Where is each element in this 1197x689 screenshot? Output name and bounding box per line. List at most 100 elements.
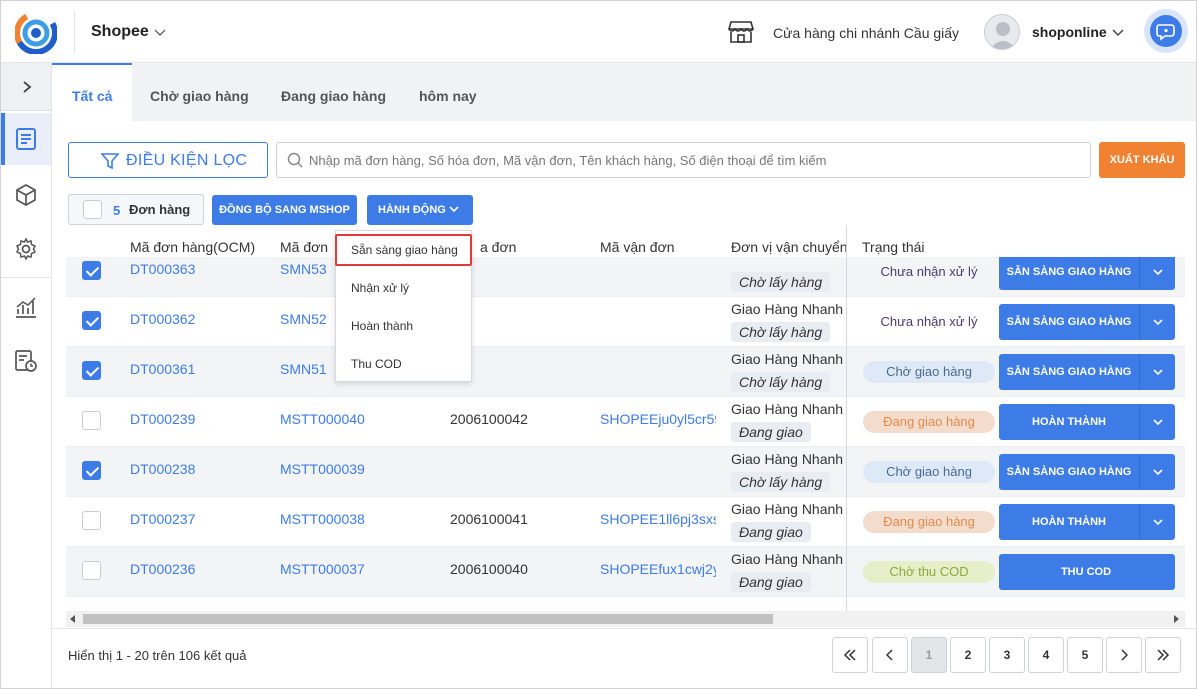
row-action-dropdown[interactable] (1139, 304, 1175, 340)
last-page-button[interactable] (1145, 637, 1181, 673)
row-action-dropdown[interactable] (1139, 454, 1175, 490)
row-action-label[interactable]: SẴN SÀNG GIAO HÀNG (999, 454, 1139, 490)
waybill-link[interactable]: SHOPEEju0yl5cr59 (600, 411, 716, 427)
col-order-code[interactable]: Mã đơn h (280, 239, 332, 255)
order-code-link[interactable]: SMN51 (280, 361, 327, 377)
first-page-button[interactable] (832, 637, 868, 673)
order-code-link[interactable]: MSTT000039 (280, 461, 365, 477)
ocm-order-link[interactable]: DT000239 (130, 411, 195, 427)
menu-item-complete[interactable]: Hoàn thành (336, 310, 471, 342)
row-checkbox[interactable] (82, 411, 101, 430)
row-checkbox[interactable] (82, 311, 101, 330)
page-button-3[interactable]: 3 (989, 637, 1025, 673)
search-input[interactable] (309, 150, 1079, 170)
row-action-dropdown[interactable] (1139, 404, 1175, 440)
menu-item-collect-cod[interactable]: Thu COD (336, 348, 471, 380)
help-chat-button[interactable] (1144, 9, 1188, 53)
sidebar-item-orders[interactable] (1, 113, 51, 165)
col-waybill[interactable]: Mã vận đơn (600, 239, 675, 255)
col-invoice[interactable]: a đơn (480, 239, 516, 255)
table-row[interactable]: DT000238 MSTT000039 Giao Hàng Nhanh Chờ lấy… (66, 447, 1185, 497)
sidebar-item-settings[interactable] (1, 223, 51, 275)
scroll-right-icon[interactable] (1174, 615, 1179, 623)
table-row[interactable]: DT000363 SMN53 Chờ lấy hàng Chưa nhận xử lý… (66, 257, 1185, 297)
tab-all[interactable]: Tất cả (52, 63, 133, 121)
row-checkbox[interactable] (82, 561, 101, 580)
page-button-4[interactable]: 4 (1028, 637, 1064, 673)
order-code-link[interactable]: MSTT000037 (280, 561, 365, 577)
sync-mshop-button[interactable]: ĐỒNG BỘ SANG MSHOP (212, 195, 357, 225)
ocm-order-link[interactable]: DT000362 (130, 311, 195, 327)
scroll-left-icon[interactable] (70, 615, 75, 623)
col-carrier[interactable]: Đơn vị vận chuyển (731, 239, 846, 255)
store-name[interactable]: Cửa hàng chi nhánh Cầu giấy (773, 25, 959, 41)
table-row[interactable]: DT000236 MSTT000037 2006100040 SHOPEEfux1cw… (66, 547, 1185, 597)
waybill-link[interactable]: SHOPEE1ll6pj3sxs (600, 511, 716, 527)
ocm-order-link[interactable]: DT000236 (130, 561, 195, 577)
sidebar-item-history[interactable] (1, 335, 51, 387)
sidebar-item-products[interactable] (1, 169, 51, 221)
row-action-button[interactable]: HOÀN THÀNH (999, 504, 1175, 540)
row-action-label[interactable]: SẴN SÀNG GIAO HÀNG (999, 304, 1139, 340)
row-action-label[interactable]: HOÀN THÀNH (999, 404, 1139, 440)
chevron-down-icon[interactable] (153, 25, 167, 39)
horizontal-scrollbar[interactable] (66, 611, 1185, 627)
row-action-label[interactable]: SẴN SÀNG GIAO HÀNG (999, 257, 1139, 290)
avatar[interactable] (984, 14, 1020, 50)
page-button-1[interactable]: 1 (911, 637, 947, 673)
tab-waiting-delivery[interactable]: Chờ giao hàng (130, 63, 269, 121)
scrollbar-thumb[interactable] (83, 614, 773, 624)
row-action-label[interactable]: HOÀN THÀNH (999, 504, 1139, 540)
page-button-2[interactable]: 2 (950, 637, 986, 673)
col-status[interactable]: Trạng thái (862, 239, 925, 255)
row-checkbox[interactable] (82, 511, 101, 530)
row-action-button[interactable]: SẴN SÀNG GIAO HÀNG (999, 354, 1175, 390)
channel-name[interactable]: Shopee (91, 23, 149, 41)
table-row[interactable]: DT000237 MSTT000038 2006100041 SHOPEE1ll6pj… (66, 497, 1185, 547)
menu-item-accept-processing[interactable]: Nhận xử lý (336, 272, 471, 304)
sidebar-item-reports[interactable] (1, 281, 51, 333)
row-action-button[interactable]: SẴN SÀNG GIAO HÀNG (999, 304, 1175, 340)
row-action-button[interactable]: HOÀN THÀNH (999, 404, 1175, 440)
col-ocm-code[interactable]: Mã đơn hàng(OCM) (130, 239, 255, 255)
table-row[interactable]: DT000239 MSTT000040 2006100042 SHOPEEju0yl5… (66, 397, 1185, 447)
order-code-link[interactable]: SMN53 (280, 261, 327, 277)
filter-button[interactable]: ĐIỀU KIỆN LỌC (68, 142, 268, 178)
row-action-button[interactable]: SẴN SÀNG GIAO HÀNG (999, 257, 1175, 290)
export-button[interactable]: XUẤT KHẨU (1099, 142, 1185, 178)
row-action-dropdown[interactable] (1139, 354, 1175, 390)
waybill-link[interactable]: SHOPEEfux1cwj2y (600, 561, 716, 577)
row-action-button[interactable]: SẴN SÀNG GIAO HÀNG (999, 454, 1175, 490)
ocm-order-link[interactable]: DT000361 (130, 361, 195, 377)
tab-delivering[interactable]: Đang giao hàng (261, 63, 406, 121)
action-menu-button[interactable]: HÀNH ĐỘNG (367, 195, 473, 225)
row-checkbox[interactable] (82, 361, 101, 380)
selected-count-box[interactable]: 5 Đơn hàng (68, 194, 204, 225)
row-action-dropdown[interactable] (1139, 257, 1175, 290)
table-row[interactable]: DT000361 SMN51 Giao Hàng Nhanh Chờ lấy hàng… (66, 347, 1185, 397)
next-page-button[interactable] (1106, 637, 1142, 673)
page-button-5[interactable]: 5 (1067, 637, 1103, 673)
ocm-order-link[interactable]: DT000238 (130, 461, 195, 477)
row-action-button[interactable]: THU COD (999, 554, 1175, 590)
user-name[interactable]: shoponline (1032, 24, 1107, 40)
table-row[interactable]: DT000362 SMN52 Giao Hàng Nhanh Chờ lấy hàng… (66, 297, 1185, 347)
search-box[interactable] (276, 142, 1091, 178)
row-checkbox[interactable] (82, 461, 101, 480)
menu-item-ready-to-ship[interactable]: Sẵn sàng giao hàng (335, 234, 472, 266)
chevron-down-icon[interactable] (1111, 25, 1125, 39)
sidebar-expand-button[interactable] (1, 63, 51, 111)
ocm-order-link[interactable]: DT000363 (130, 261, 195, 277)
ocm-order-link[interactable]: DT000237 (130, 511, 195, 527)
row-action-label[interactable]: SẴN SÀNG GIAO HÀNG (999, 354, 1139, 390)
prev-page-button[interactable] (872, 637, 908, 673)
row-action-dropdown[interactable] (1139, 504, 1175, 540)
row-action-label[interactable]: THU COD (999, 554, 1173, 590)
tab-today[interactable]: hôm nay (399, 63, 497, 121)
select-all-checkbox[interactable] (83, 200, 102, 219)
order-code-link[interactable]: MSTT000040 (280, 411, 365, 427)
order-code-link[interactable]: SMN52 (280, 311, 327, 327)
app-logo[interactable] (15, 12, 57, 54)
row-checkbox[interactable] (82, 261, 101, 280)
order-code-link[interactable]: MSTT000038 (280, 511, 365, 527)
